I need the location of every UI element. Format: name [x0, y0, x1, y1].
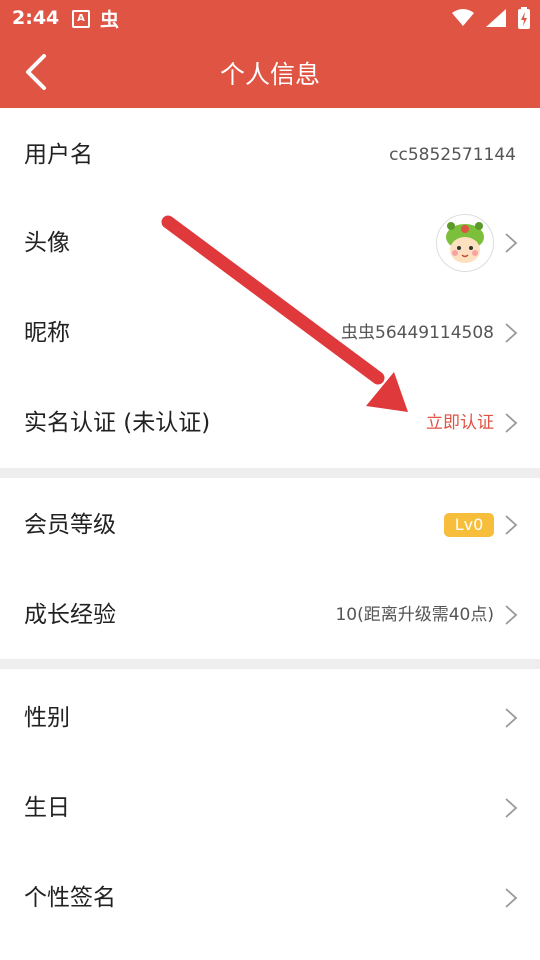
level-badge: Lv0 [444, 513, 494, 537]
row-avatar[interactable]: 头像 [0, 198, 540, 288]
chevron-right-icon [505, 888, 518, 908]
account-section: 用户名 cc5852571144 头像 昵称 虫虫56449114508 实名认… [0, 108, 540, 468]
status-icons [452, 6, 530, 30]
section-divider [0, 468, 540, 478]
growth-value: 10(距离升级需40点) [335, 605, 494, 625]
chevron-right-icon [505, 605, 518, 625]
birthday-label: 生日 [24, 795, 70, 821]
avatar-label: 头像 [24, 230, 70, 256]
chevron-right-icon [505, 798, 518, 818]
row-growth[interactable]: 成长经验 10(距离升级需40点) [0, 570, 540, 660]
chevron-right-icon [505, 515, 518, 535]
row-username: 用户名 cc5852571144 [0, 110, 540, 200]
signature-label: 个性签名 [24, 885, 116, 911]
row-realname[interactable]: 实名认证 (未认证) 立即认证 [0, 378, 540, 468]
username-label: 用户名 [24, 142, 93, 168]
wifi-icon [452, 9, 474, 26]
realname-label: 实名认证 (未认证) [24, 410, 211, 436]
chevron-right-icon [505, 323, 518, 343]
row-vip-level[interactable]: 会员等级 Lv0 [0, 480, 540, 570]
avatar[interactable] [436, 214, 494, 272]
growth-label: 成长经验 [24, 602, 116, 628]
status-time: 2:44 [12, 7, 60, 29]
row-birthday[interactable]: 生日 [0, 763, 540, 853]
profile-section: 性别 生日 个性签名 [0, 669, 540, 960]
section-divider [0, 659, 540, 669]
battery-icon [518, 7, 530, 29]
vip-level-label: 会员等级 [24, 512, 116, 538]
app-header: 个人信息 [0, 36, 540, 108]
app-notification-icon: A [72, 10, 90, 28]
membership-section: 会员等级 Lv0 成长经验 10(距离升级需40点) [0, 478, 540, 658]
avatar-image [437, 215, 493, 271]
chevron-right-icon [505, 233, 518, 253]
gender-label: 性别 [24, 705, 70, 731]
nickname-value: 虫虫56449114508 [341, 323, 494, 343]
row-nickname[interactable]: 昵称 虫虫56449114508 [0, 288, 540, 378]
username-value: cc5852571144 [389, 145, 516, 165]
row-gender[interactable]: 性别 [0, 673, 540, 763]
row-signature[interactable]: 个性签名 [0, 853, 540, 943]
signal-icon [486, 9, 506, 27]
page-title: 个人信息 [219, 60, 320, 89]
chevron-right-icon [505, 413, 518, 433]
chevron-right-icon [505, 708, 518, 728]
bug-app-icon: 虫 [100, 9, 120, 31]
status-bar: 2:44 A 虫 [0, 0, 540, 36]
nickname-label: 昵称 [24, 320, 70, 346]
verify-now-link[interactable]: 立即认证 [426, 378, 494, 468]
